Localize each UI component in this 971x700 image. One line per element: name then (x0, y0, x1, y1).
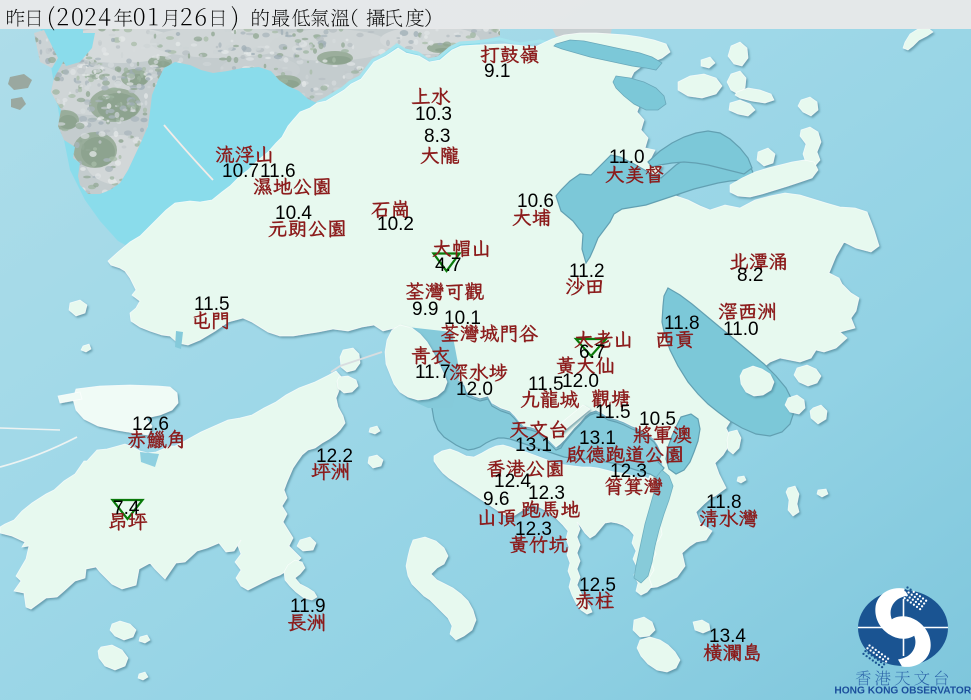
svg-text:12.0: 12.0 (456, 379, 493, 400)
svg-text:HONG KONG OBSERVATORY: HONG KONG OBSERVATORY (834, 686, 971, 697)
svg-text:10.7: 10.7 (222, 161, 259, 182)
svg-text:11.6: 11.6 (260, 161, 296, 182)
svg-text:11.5: 11.5 (595, 402, 631, 423)
svg-text:12.3: 12.3 (528, 483, 565, 504)
svg-text:11.0: 11.0 (609, 147, 645, 168)
svg-text:13.1: 13.1 (579, 428, 616, 449)
svg-text:9.9: 9.9 (412, 299, 438, 320)
svg-text:11.7: 11.7 (415, 362, 451, 383)
svg-text:6.7: 6.7 (579, 342, 605, 363)
svg-text:12.3: 12.3 (515, 519, 552, 540)
svg-text:8.3: 8.3 (424, 126, 450, 147)
svg-text:10.3: 10.3 (415, 104, 452, 125)
svg-text:10.4: 10.4 (275, 203, 312, 224)
svg-text:11.8: 11.8 (706, 492, 742, 513)
svg-text:10.2: 10.2 (377, 214, 414, 235)
svg-text:10.6: 10.6 (517, 191, 554, 212)
svg-text:8.2: 8.2 (737, 265, 763, 286)
svg-text:10.1: 10.1 (444, 308, 481, 329)
svg-text:12.6: 12.6 (132, 414, 169, 435)
svg-text:12.5: 12.5 (579, 575, 616, 596)
svg-text:11.5: 11.5 (528, 374, 564, 395)
svg-text:11.9: 11.9 (290, 596, 326, 617)
svg-text:9.1: 9.1 (484, 61, 510, 82)
svg-text:11.2: 11.2 (569, 261, 605, 282)
svg-text:12.2: 12.2 (316, 446, 353, 467)
svg-text:13.1: 13.1 (515, 435, 552, 456)
svg-text:12.0: 12.0 (562, 371, 599, 392)
svg-text:9.6: 9.6 (483, 489, 509, 510)
svg-text:11.5: 11.5 (194, 294, 230, 315)
svg-text:10.5: 10.5 (639, 409, 676, 430)
svg-text:11.8: 11.8 (664, 313, 700, 334)
svg-text:13.4: 13.4 (709, 626, 746, 647)
svg-text:7.4: 7.4 (113, 498, 140, 519)
svg-text:4.7: 4.7 (435, 255, 461, 276)
svg-text:11.0: 11.0 (723, 319, 759, 340)
svg-text:12.3: 12.3 (610, 461, 647, 482)
